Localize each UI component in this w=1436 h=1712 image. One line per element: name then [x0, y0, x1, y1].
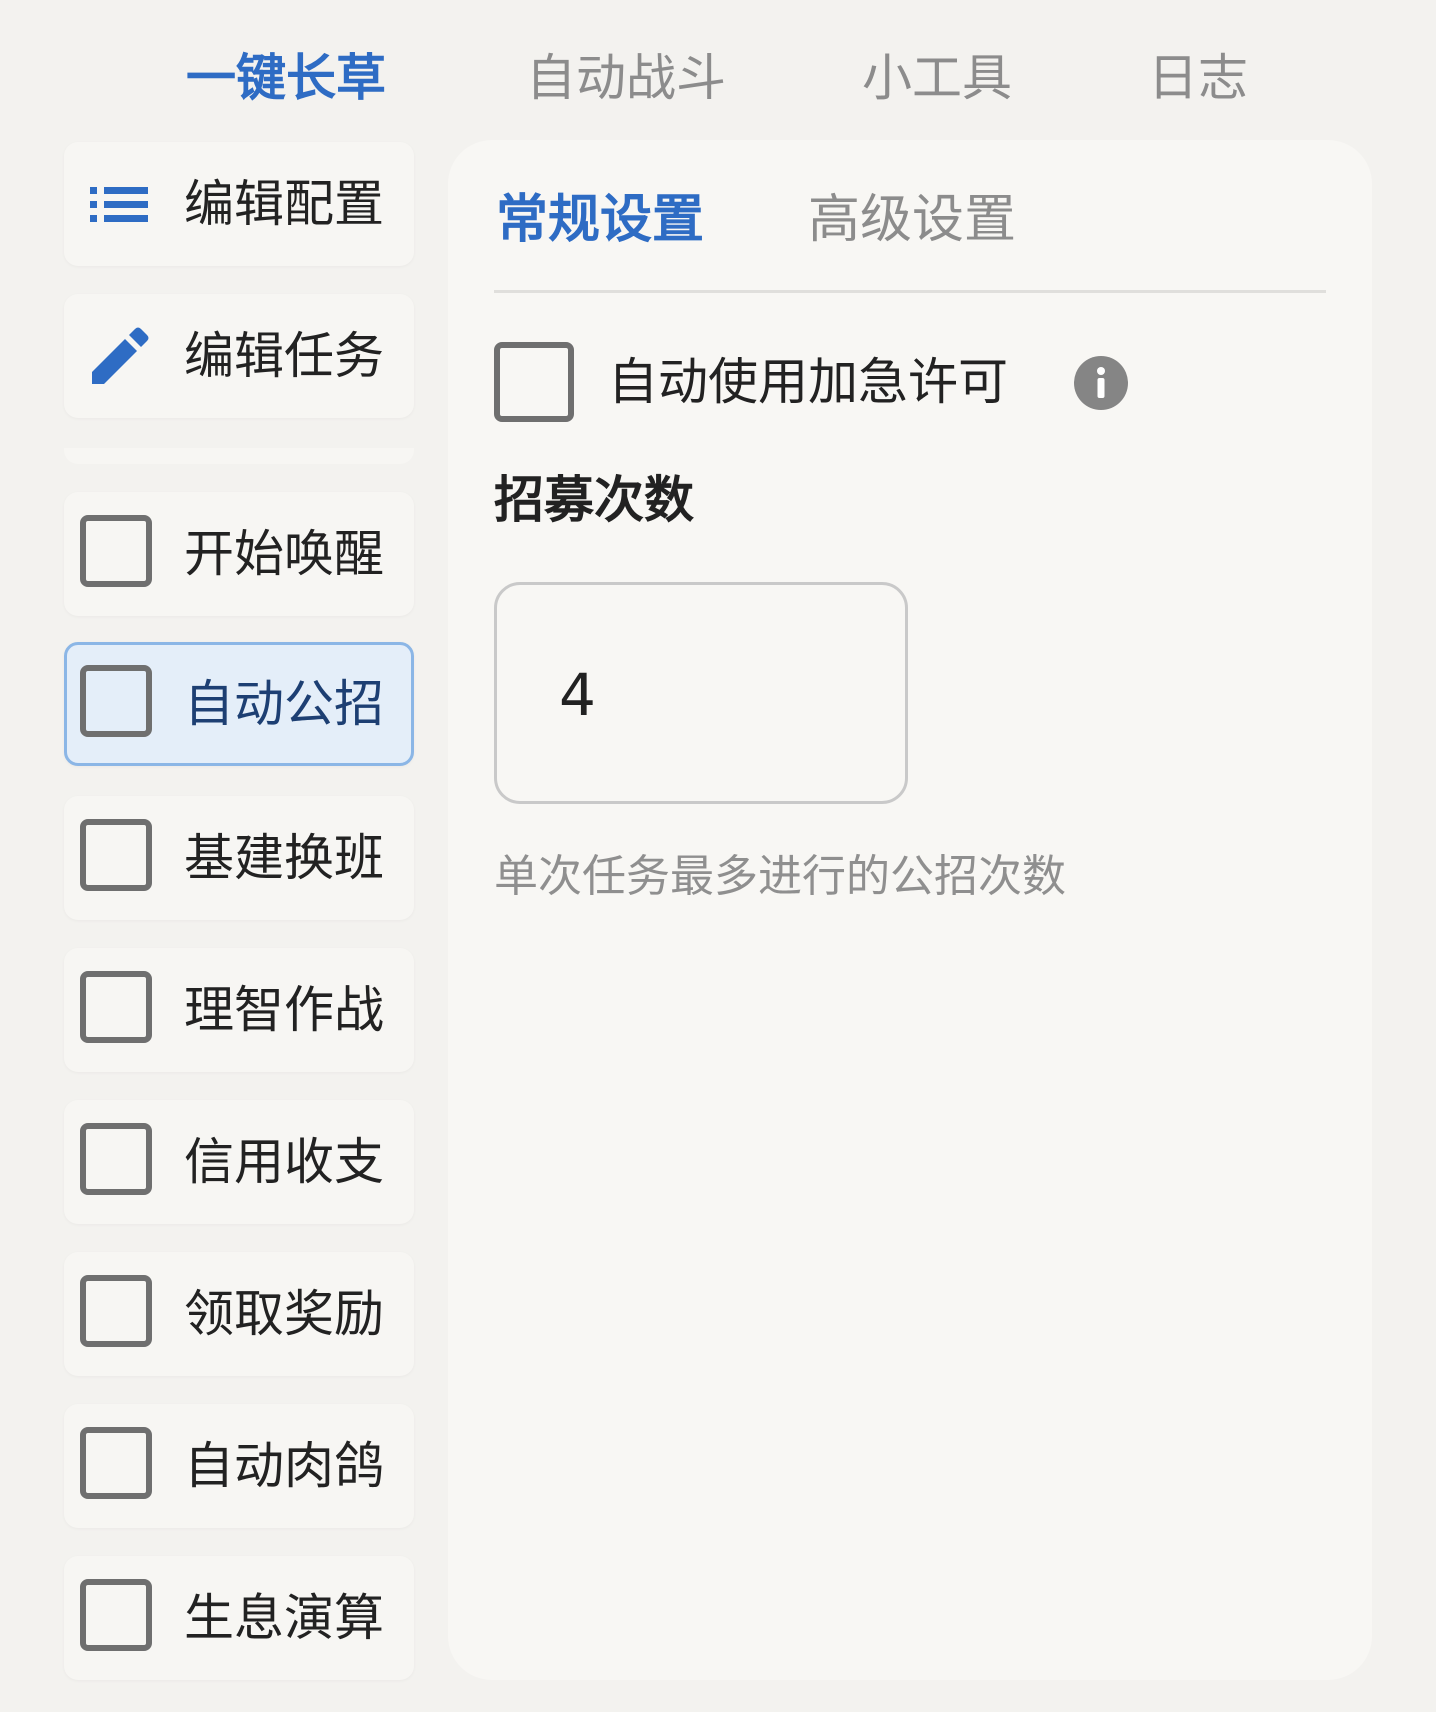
edit-tasks-button[interactable]: 编辑任务 [64, 294, 414, 418]
tab-divider [494, 290, 1326, 293]
info-icon[interactable] [1074, 356, 1128, 410]
top-navigation: 一键长草 自动战斗 小工具 日志 [0, 0, 1436, 140]
tab-advanced-settings[interactable]: 高级设置 [808, 180, 1016, 260]
pencil-icon [92, 327, 149, 384]
task-label: 自动公招 [184, 675, 384, 733]
task-checkbox[interactable] [80, 515, 152, 587]
list-icon [90, 187, 148, 222]
tab-one-click[interactable]: 一键长草 [186, 38, 386, 118]
recruit-count-title: 招募次数 [494, 471, 694, 529]
task-checkbox[interactable] [80, 1275, 152, 1347]
task-checkbox[interactable] [80, 819, 152, 891]
task-label: 基建换班 [184, 829, 384, 887]
task-item-auto-recruit[interactable]: 自动公招 [64, 642, 414, 766]
task-checkbox[interactable] [80, 665, 152, 737]
tab-log[interactable]: 日志 [1148, 38, 1248, 118]
tab-auto-battle[interactable]: 自动战斗 [526, 38, 726, 118]
urgent-permit-checkbox[interactable] [494, 342, 574, 422]
task-label: 信用收支 [184, 1133, 384, 1191]
task-label: 自动肉鸽 [184, 1437, 384, 1495]
tab-general-settings[interactable]: 常规设置 [496, 180, 704, 260]
task-checkbox[interactable] [80, 1579, 152, 1651]
sidebar-divider [64, 448, 414, 464]
task-checkbox[interactable] [80, 1123, 152, 1195]
task-item-reclamation[interactable]: 生息演算 [64, 1556, 414, 1680]
task-item-rewards[interactable]: 领取奖励 [64, 1252, 414, 1376]
task-label: 生息演算 [184, 1589, 384, 1647]
task-item-sanity-battle[interactable]: 理智作战 [64, 948, 414, 1072]
edit-config-button[interactable]: 编辑配置 [64, 142, 414, 266]
task-checkbox[interactable] [80, 1427, 152, 1499]
task-item-base-shift[interactable]: 基建换班 [64, 796, 414, 920]
task-item-start-wakeup[interactable]: 开始唤醒 [64, 492, 414, 616]
task-item-credit[interactable]: 信用收支 [64, 1100, 414, 1224]
edit-config-label: 编辑配置 [184, 175, 384, 233]
task-label: 开始唤醒 [184, 525, 384, 583]
recruit-count-input[interactable]: 4 [494, 582, 908, 804]
task-item-roguelike[interactable]: 自动肉鸽 [64, 1404, 414, 1528]
task-label: 理智作战 [184, 981, 384, 1039]
recruit-count-helper: 单次任务最多进行的公招次数 [494, 851, 1066, 902]
edit-tasks-label: 编辑任务 [184, 327, 384, 385]
tab-tools[interactable]: 小工具 [862, 38, 1012, 118]
settings-panel: 常规设置 高级设置 自动使用加急许可 招募次数 4 单次任务最多进行的公招次数 [448, 140, 1372, 1680]
recruit-count-value: 4 [559, 661, 596, 729]
urgent-permit-label: 自动使用加急许可 [608, 353, 1008, 411]
task-label: 领取奖励 [184, 1285, 384, 1343]
task-checkbox[interactable] [80, 971, 152, 1043]
